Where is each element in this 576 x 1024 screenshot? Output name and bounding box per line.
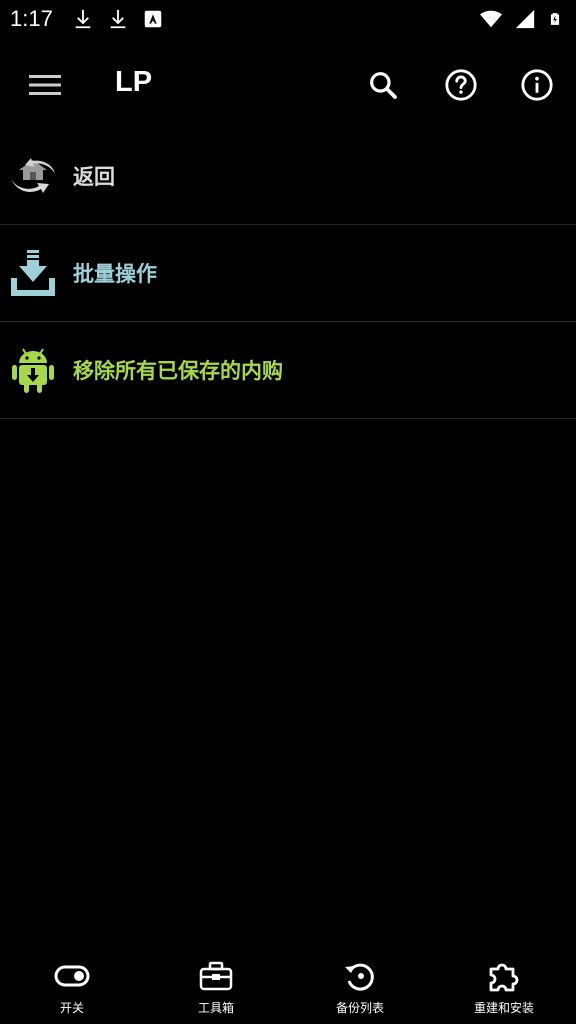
nav-item-toggle[interactable]: 开关 (0, 952, 144, 1024)
nav-label: 工具箱 (197, 1001, 234, 1015)
bottom-navigation: 开关 工具箱 备份列表 重建和安装 (0, 952, 576, 1024)
search-button[interactable] (360, 62, 406, 108)
status-system-icons (480, 8, 562, 30)
info-button[interactable] (514, 62, 560, 108)
nav-item-backup[interactable]: 备份列表 (288, 952, 432, 1024)
list-item-label: 移除所有已保存的内购 (73, 359, 283, 383)
search-icon (370, 72, 397, 99)
app-bar: LP (0, 52, 576, 116)
menu-icon (29, 75, 61, 95)
list-item-label: 返回 (73, 165, 115, 189)
app-title: LP (115, 66, 153, 98)
help-button[interactable] (438, 62, 484, 108)
status-time: 1:17 (10, 6, 53, 31)
battery-icon (550, 13, 560, 25)
menu-list: 返回 批量操作 移除所有已保存的内购 (0, 128, 576, 419)
nav-label: 重建和安装 (473, 1001, 534, 1015)
a-icon (144, 10, 162, 28)
toggle-icon (52, 956, 92, 996)
list-item-label: 批量操作 (73, 262, 157, 286)
status-notification-icons (72, 8, 164, 30)
download-icon (110, 9, 126, 29)
nav-item-toolbox[interactable]: 工具箱 (144, 952, 288, 1024)
nav-label: 备份列表 (335, 1001, 384, 1015)
wifi-icon (480, 10, 502, 28)
puzzle-icon (484, 956, 524, 996)
nav-item-rebuild-install[interactable]: 重建和安装 (432, 952, 576, 1024)
list-item-back[interactable]: 返回 (0, 128, 576, 225)
android-remove-icon (8, 345, 58, 395)
menu-button[interactable] (22, 62, 68, 108)
signal-icon (515, 9, 535, 29)
list-item-batch[interactable]: 批量操作 (0, 225, 576, 322)
status-bar: 1:17 (0, 0, 576, 40)
backup-icon (340, 956, 380, 996)
download-icon (75, 9, 91, 29)
info-icon (521, 69, 553, 101)
back-icon (8, 151, 58, 201)
help-icon (445, 69, 477, 101)
list-item-remove-purchases[interactable]: 移除所有已保存的内购 (0, 322, 576, 419)
toolbox-icon (196, 956, 236, 996)
batch-download-icon (8, 248, 58, 298)
nav-label: 开关 (59, 1001, 84, 1015)
